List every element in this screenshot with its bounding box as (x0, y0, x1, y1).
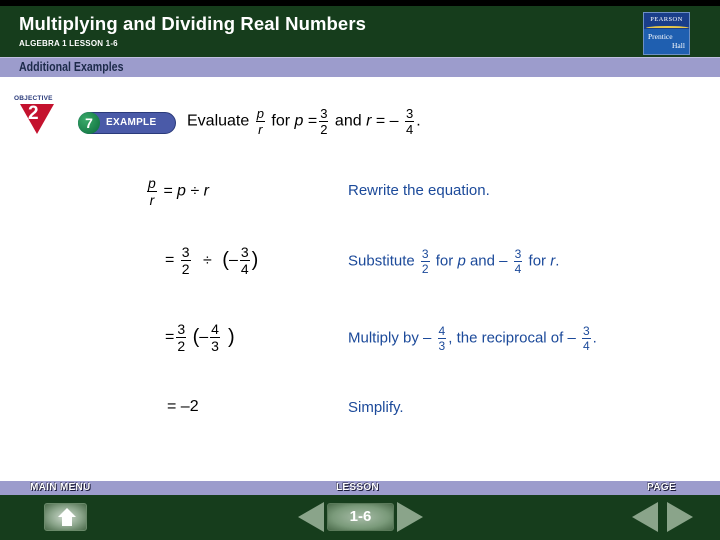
footer-nav: 1-6 (0, 495, 720, 540)
step-2-explanation: Substitute 32 for p and – 34 for r. (348, 248, 559, 275)
close-paren: ) (227, 326, 235, 348)
equals-sign: = (307, 112, 318, 130)
fraction-denominator: 3 (438, 339, 446, 353)
example-badge: 7 EXAMPLE (78, 112, 176, 134)
variable: p (457, 252, 466, 270)
fraction: 43 (437, 324, 447, 353)
logo-prentice-hall-text: Prentice Hall (648, 32, 685, 50)
equals-negative: = – (375, 112, 399, 130)
fraction-denominator: 4 (514, 262, 522, 276)
negative-sign: – (199, 328, 209, 346)
fraction-numerator: 4 (437, 324, 447, 339)
close-paren: ) (251, 249, 259, 271)
and-text: and (334, 112, 362, 130)
lesson-subtitle: ALGEBRA 1 LESSON 1-6 (19, 39, 118, 48)
p-value-fraction: 32 (319, 106, 329, 137)
section-label: Additional Examples (19, 60, 124, 74)
equals-sign: = (165, 328, 175, 346)
logo-line-1: Prentice (648, 32, 673, 41)
period: . (592, 329, 597, 347)
fraction-a: 32 (176, 321, 187, 354)
equals-sign: = (165, 251, 175, 269)
problem-statement: Evaluate pr for p = 3 2 and r = – 34. (187, 107, 421, 136)
step-1-expression: = p ÷ r (163, 182, 209, 200)
fraction-denominator: 4 (240, 261, 249, 277)
page-next-button[interactable] (667, 502, 693, 532)
period: . (416, 112, 421, 130)
explanation-text: Multiply by – (348, 329, 432, 347)
step-4-equation: = –2 (167, 398, 199, 415)
pearson-prentice-hall-logo: PEARSON Prentice Hall (643, 12, 690, 55)
objective-number: 2 (28, 103, 39, 124)
page-label: PAGE (647, 482, 676, 493)
lesson-prev-button[interactable] (298, 502, 324, 532)
fraction: 34 (581, 324, 591, 353)
fraction-denominator: 2 (177, 338, 186, 354)
fraction-numerator: 3 (513, 247, 523, 262)
for-text: for (271, 112, 291, 130)
example-label: EXAMPLE (106, 117, 157, 128)
fraction-numerator: 3 (239, 244, 250, 261)
main-menu-label: MAIN MENU (30, 482, 91, 493)
header: Multiplying and Dividing Real Numbers AL… (0, 0, 720, 57)
step-3-explanation: Multiply by – 43, the reciprocal of – 34… (348, 325, 597, 352)
fraction-denominator: r (149, 192, 155, 208)
explanation-text: Substitute (348, 252, 415, 270)
fraction-b: 34 (239, 244, 250, 277)
explanation-text: for (435, 252, 454, 270)
logo-arc (646, 26, 689, 30)
fraction-denominator: 3 (211, 338, 219, 354)
divide-sign: ÷ (203, 251, 212, 269)
fraction-numerator: 3 (176, 321, 187, 338)
open-paren: ( (222, 249, 229, 271)
lesson-label: LESSON (336, 482, 379, 493)
step-1-equation: pr = p ÷ r (145, 176, 209, 207)
fraction-denominator: 2 (320, 122, 328, 137)
lhs-fraction: pr (147, 176, 157, 207)
logo-line-2: Hall (672, 41, 685, 50)
fraction-numerator: p (147, 175, 157, 192)
fraction-numerator: 3 (180, 244, 191, 261)
main-menu-button[interactable] (44, 503, 87, 531)
fraction-a: 32 (180, 244, 191, 277)
expression-fraction: pr (255, 106, 265, 137)
step-4-explanation: Simplify. (348, 399, 404, 416)
fraction-denominator: 2 (421, 262, 429, 276)
lesson-next-button[interactable] (397, 502, 423, 532)
fraction-denominator: r (258, 122, 263, 137)
section-bar: Additional Examples (0, 57, 720, 77)
step-2-equation: = 32 ÷ (– 3 4) (165, 245, 258, 276)
fraction: 34 (513, 247, 523, 276)
fraction-numerator: p (255, 106, 265, 122)
objective-label: OBJECTIVE (14, 95, 53, 102)
fraction-denominator: 2 (181, 261, 190, 277)
fraction-numerator: 3 (581, 324, 591, 339)
fraction-b: 43 (210, 322, 220, 353)
step-3-equation: = 3 2 (– 4 3) (165, 322, 235, 353)
objective-badge: OBJECTIVE 2 (14, 95, 64, 143)
evaluate-text: Evaluate (187, 112, 250, 130)
fraction: 32 (420, 247, 430, 276)
lesson-number-button[interactable]: 1-6 (327, 503, 394, 531)
r-value-fraction: 34 (405, 106, 415, 137)
explanation-text: and – (469, 252, 508, 270)
example-number: 7 (78, 112, 100, 134)
fraction-numerator: 3 (420, 247, 430, 262)
p-variable: p (294, 112, 304, 130)
fraction-denominator: 4 (406, 122, 414, 137)
explanation-text: , the reciprocal of – (448, 329, 576, 347)
negative-sign: – (228, 251, 238, 269)
fraction-numerator: 4 (210, 321, 220, 338)
period: . (555, 252, 560, 270)
page-prev-button[interactable] (632, 502, 658, 532)
footer-label-bar: MAIN MENU LESSON PAGE (0, 481, 720, 495)
fraction-numerator: 3 (319, 106, 329, 122)
home-icon (58, 508, 76, 527)
fraction-denominator: 4 (582, 339, 590, 353)
explanation-text: for (528, 252, 547, 270)
page-title: Multiplying and Dividing Real Numbers (19, 13, 367, 34)
step-1-explanation: Rewrite the equation. (348, 182, 490, 199)
r-variable: r (366, 112, 372, 130)
fraction-numerator: 3 (405, 106, 415, 122)
